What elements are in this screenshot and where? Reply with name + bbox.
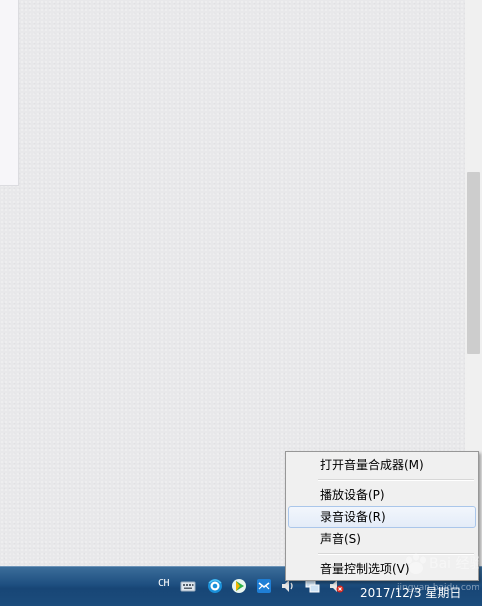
mail-icon[interactable] [256,578,272,594]
taskbar-clock[interactable]: 2017/12/3 星期日 [360,584,461,601]
menu-item-sounds[interactable]: 声音(S) [288,528,476,550]
language-indicator[interactable]: CH [158,578,170,589]
menu-item-volume-control-options[interactable]: 音量控制选项(V) [288,558,476,580]
left-panel [0,0,19,186]
browser-icon[interactable] [207,578,223,594]
keyboard-icon[interactable] [180,578,196,594]
menu-item-open-volume-mixer[interactable]: 打开音量合成器(M) [288,454,476,476]
volume-context-menu: 打开音量合成器(M) 播放设备(P) 录音设备(R) 声音(S) 音量控制选项(… [285,451,479,581]
media-player-icon[interactable] [231,578,247,594]
menu-separator [318,479,474,481]
menu-item-playback-devices[interactable]: 播放设备(P) [288,484,476,506]
desktop-screen: { "menu": { "items": [ {"label": "打开音量合成… [0,0,482,606]
menu-separator [318,553,474,555]
scrollbar-thumb[interactable] [467,172,480,354]
menu-item-recording-devices[interactable]: 录音设备(R) [288,506,476,528]
